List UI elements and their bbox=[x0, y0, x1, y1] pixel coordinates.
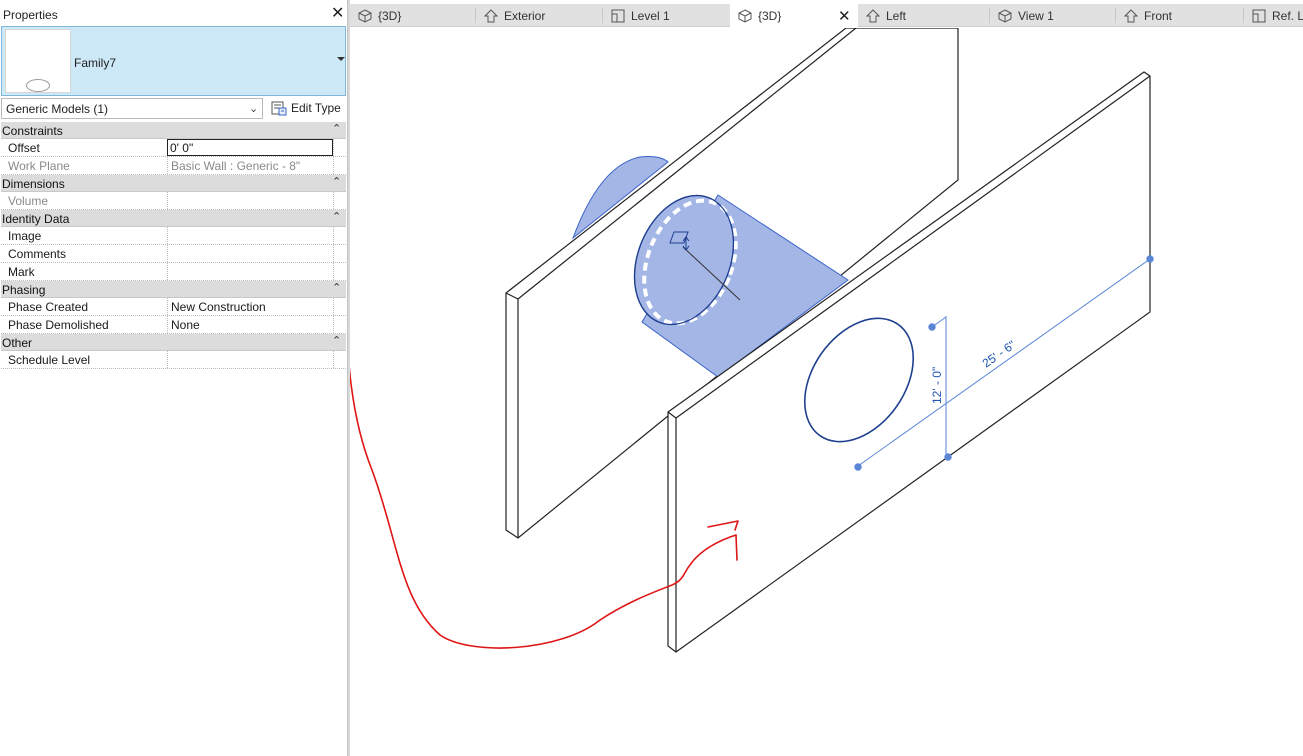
tab-label: Exterior bbox=[504, 9, 546, 23]
collapse-icon[interactable]: ⌃ bbox=[332, 175, 341, 188]
3d-view-icon bbox=[998, 9, 1012, 23]
property-name: Phase Demolished bbox=[8, 318, 109, 332]
row-divider bbox=[333, 139, 334, 156]
property-value[interactable] bbox=[167, 351, 333, 368]
property-name: Volume bbox=[8, 194, 49, 208]
row-divider bbox=[333, 245, 334, 262]
chevron-down-icon[interactable]: ⌄ bbox=[249, 102, 258, 115]
3d-view-icon bbox=[738, 9, 752, 23]
row-divider bbox=[333, 263, 334, 280]
properties-title: Properties bbox=[3, 8, 58, 22]
properties-grid: Constraints ⌃ Offset 0' 0" Work Plane Basic W… bbox=[1, 122, 346, 369]
close-properties-icon[interactable]: ✕ bbox=[331, 6, 344, 22]
group-header-dimensions[interactable]: Dimensions ⌃ bbox=[1, 175, 346, 192]
property-row-image[interactable]: Image bbox=[1, 227, 346, 245]
property-value: Basic Wall : Generic - 8" bbox=[167, 157, 333, 174]
property-value bbox=[167, 192, 333, 209]
instance-filter-dropdown[interactable]: Generic Models (1) ⌄ bbox=[1, 98, 263, 119]
tab-front[interactable]: Front bbox=[1116, 4, 1244, 27]
properties-panel: Properties ✕ Family7 Generic Models (1) … bbox=[0, 0, 347, 756]
group-label: Constraints bbox=[2, 124, 63, 138]
collapse-icon[interactable]: ⌃ bbox=[332, 210, 341, 223]
property-name: Work Plane bbox=[8, 159, 70, 173]
tab-label: Level 1 bbox=[631, 9, 670, 23]
type-name: Family7 bbox=[74, 56, 117, 70]
3d-viewport[interactable]: 12' - 0" 25' - 6" bbox=[350, 28, 1303, 756]
property-name: Mark bbox=[8, 265, 35, 279]
edit-type-label: Edit Type bbox=[291, 101, 341, 115]
row-divider bbox=[333, 316, 334, 333]
row-divider bbox=[333, 227, 334, 244]
group-header-phasing[interactable]: Phasing ⌃ bbox=[1, 281, 346, 298]
view-tabs-bar: {3D} Exterior Level 1 {3D} ✕ Left View 1 Front R… bbox=[350, 4, 1303, 28]
property-name: Comments bbox=[8, 247, 67, 261]
property-row-mark[interactable]: Mark bbox=[1, 263, 346, 281]
property-value[interactable] bbox=[167, 245, 333, 262]
tab-label: {3D} bbox=[378, 9, 402, 23]
type-selector[interactable]: Family7 bbox=[1, 26, 346, 96]
tab-label: {3D} bbox=[758, 9, 782, 23]
edit-type-icon bbox=[271, 101, 287, 116]
row-divider bbox=[333, 157, 334, 174]
collapse-icon[interactable]: ⌃ bbox=[332, 122, 341, 135]
floor-plan-icon bbox=[611, 9, 625, 23]
tab-3d-active[interactable]: {3D} ✕ bbox=[730, 4, 858, 28]
group-header-constraints[interactable]: Constraints ⌃ bbox=[1, 122, 346, 139]
property-row-phase-created[interactable]: Phase Created New Construction bbox=[1, 298, 346, 316]
row-divider bbox=[333, 192, 334, 209]
collapse-icon[interactable]: ⌃ bbox=[332, 281, 341, 294]
property-row-offset[interactable]: Offset 0' 0" bbox=[1, 139, 346, 157]
group-header-other[interactable]: Other ⌃ bbox=[1, 334, 346, 351]
tab-label: View 1 bbox=[1018, 9, 1054, 23]
group-label: Phasing bbox=[2, 283, 46, 297]
property-row-schedule-level[interactable]: Schedule Level bbox=[1, 351, 346, 369]
property-value-input[interactable]: 0' 0" bbox=[167, 139, 333, 156]
property-name: Schedule Level bbox=[8, 353, 91, 367]
elevation-view-icon bbox=[1123, 9, 1139, 23]
close-tab-icon[interactable]: ✕ bbox=[838, 7, 851, 25]
property-row-work-plane: Work Plane Basic Wall : Generic - 8" bbox=[1, 157, 346, 175]
tab-level-1[interactable]: Level 1 bbox=[603, 4, 730, 27]
3d-view-icon bbox=[358, 9, 372, 23]
row-divider bbox=[333, 298, 334, 315]
edit-type-button[interactable]: Edit Type bbox=[267, 97, 346, 119]
row-divider bbox=[333, 351, 334, 368]
property-name: Image bbox=[8, 229, 42, 243]
property-value[interactable]: New Construction bbox=[167, 298, 333, 315]
dimension-vertical-label[interactable]: 12' - 0" bbox=[930, 367, 944, 404]
group-label: Identity Data bbox=[2, 212, 70, 226]
tab-view-1[interactable]: View 1 bbox=[990, 4, 1116, 27]
tab-left[interactable]: Left bbox=[858, 4, 990, 27]
property-row-volume: Volume bbox=[1, 192, 346, 210]
group-label: Other bbox=[2, 336, 33, 350]
property-value[interactable] bbox=[167, 263, 333, 280]
elevation-view-icon bbox=[483, 9, 499, 23]
group-label: Dimensions bbox=[2, 177, 65, 191]
ellipse-thumbnail-icon bbox=[5, 29, 71, 93]
properties-title-bar: Properties ✕ bbox=[0, 6, 347, 24]
3d-scene[interactable]: 12' - 0" 25' - 6" bbox=[350, 28, 1303, 756]
tab-ref-l[interactable]: Ref. L bbox=[1244, 4, 1303, 27]
property-row-comments[interactable]: Comments bbox=[1, 245, 346, 263]
property-name: Phase Created bbox=[8, 300, 89, 314]
tab-label: Left bbox=[886, 9, 907, 23]
tab-label: Ref. L bbox=[1272, 9, 1303, 23]
property-row-phase-demolished[interactable]: Phase Demolished None bbox=[1, 316, 346, 334]
group-header-identity-data[interactable]: Identity Data ⌃ bbox=[1, 210, 346, 227]
tab-label: Front bbox=[1144, 9, 1173, 23]
floor-plan-icon bbox=[1252, 9, 1266, 23]
tab-3d[interactable]: {3D} bbox=[350, 4, 476, 27]
instance-filter-value: Generic Models (1) bbox=[6, 102, 109, 116]
tab-exterior[interactable]: Exterior bbox=[476, 4, 603, 27]
elevation-view-icon bbox=[865, 9, 881, 23]
property-value[interactable] bbox=[167, 227, 333, 244]
property-value[interactable]: None bbox=[167, 316, 333, 333]
collapse-icon[interactable]: ⌃ bbox=[332, 334, 341, 347]
type-dropdown-arrow-icon[interactable] bbox=[337, 57, 345, 61]
property-name: Offset bbox=[8, 141, 40, 155]
